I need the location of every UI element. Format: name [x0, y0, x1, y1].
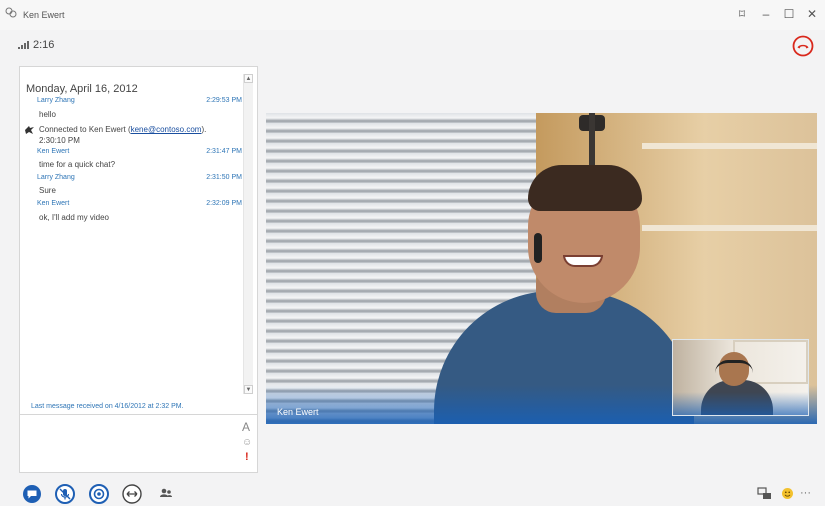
pin-button[interactable]: ⌑	[733, 6, 751, 22]
message-sender: Ken Ewert	[37, 148, 70, 155]
message-sender: Ken Ewert	[37, 200, 70, 207]
im-icon[interactable]	[22, 484, 42, 504]
last-message-status: Last message received on 4/16/2012 at 2:…	[31, 403, 184, 410]
layout-icon[interactable]	[757, 486, 772, 501]
message-text: hello	[39, 110, 56, 119]
connected-suffix: ).	[201, 125, 207, 134]
call-duration: 2:16	[33, 39, 55, 51]
message-time: 2:31:50 PM	[206, 174, 242, 181]
participants-icon[interactable]	[156, 484, 176, 504]
microphone-icon[interactable]	[55, 484, 75, 504]
message-time: 2:31:47 PM	[206, 148, 242, 155]
shelf	[642, 143, 817, 149]
screen-share-icon[interactable]	[122, 484, 142, 504]
connected-time: 2:30:10 PM	[39, 136, 80, 145]
conversation-history[interactable]: Monday, April 16, 2012 Larry Zhang 2:29:…	[20, 67, 242, 397]
caller-name-label: Ken Ewert	[277, 407, 319, 417]
message-input[interactable]	[20, 414, 257, 473]
message-text: time for a quick chat?	[39, 160, 116, 169]
message-sender: Larry Zhang	[37, 97, 75, 104]
shelf	[642, 225, 817, 231]
conversation-app-icon	[5, 7, 17, 18]
self-view-shade	[673, 392, 808, 415]
message-time: 2:29:53 PM	[206, 97, 242, 104]
message-time: 2:32:09 PM	[206, 200, 242, 207]
signal-strength-icon	[18, 41, 29, 49]
message-sender: Larry Zhang	[37, 174, 75, 181]
conversation-scrollbar[interactable]: ▲ ▼	[243, 74, 253, 394]
emoticon-button[interactable]: ☺	[242, 437, 252, 448]
message-text: ok, I'll add my video	[39, 213, 110, 222]
more-options-button[interactable]: ···	[800, 487, 811, 499]
message-text: Sure	[39, 186, 56, 195]
close-button[interactable]: ✕	[803, 6, 821, 22]
conversation-panel: Monday, April 16, 2012 Larry Zhang 2:29:…	[19, 66, 258, 473]
caller-hair	[528, 165, 642, 211]
window-title: Ken Ewert	[23, 10, 65, 20]
video-icon[interactable]	[89, 484, 109, 504]
video-feed: Ken Ewert	[266, 113, 817, 424]
scroll-up-button[interactable]: ▲	[244, 74, 253, 83]
maximize-button[interactable]: ☐	[780, 6, 798, 22]
connected-prefix: Connected to Ken Ewert (	[39, 125, 131, 134]
minimize-button[interactable]: –	[757, 6, 775, 22]
self-view-video[interactable]	[672, 339, 809, 416]
emoticon-status-icon[interactable]	[781, 487, 794, 500]
title-bar: Ken Ewert ⌑ – ☐ ✕	[0, 0, 825, 30]
connected-status: Connected to Ken Ewert (kene@contoso.com…	[39, 125, 206, 134]
connected-icon	[25, 126, 34, 134]
high-importance-button[interactable]: !	[245, 451, 249, 463]
scroll-down-button[interactable]: ▼	[244, 385, 253, 394]
contact-email-link[interactable]: kene@contoso.com	[131, 125, 202, 134]
caller-smile	[563, 255, 603, 267]
self-view-headset	[715, 360, 753, 373]
font-button[interactable]: A	[242, 420, 250, 434]
headset-microphone	[534, 233, 542, 263]
hang-up-button[interactable]	[792, 35, 814, 57]
lamp-stem	[589, 113, 595, 173]
conversation-date: Monday, April 16, 2012	[26, 83, 138, 95]
